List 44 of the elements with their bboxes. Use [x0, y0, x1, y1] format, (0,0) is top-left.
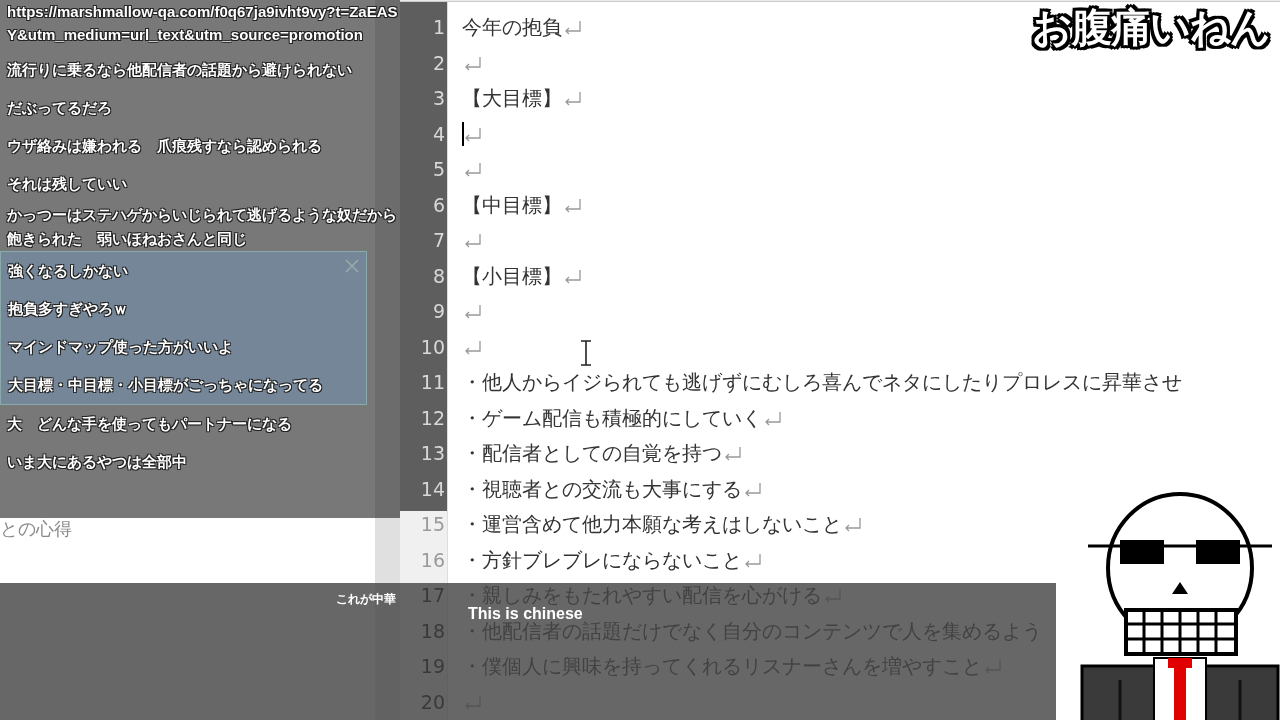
line-number: 11 — [419, 370, 446, 395]
editor-line: 今年の抱負 — [462, 15, 562, 42]
comment-text: かっつーはステハゲからいじられて逃げるような奴だから飽きられた 弱いほねおさんと同じ — [7, 205, 398, 250]
line-number: 6 — [431, 192, 446, 218]
comment-text: いま大にあるやつは全部中 — [7, 452, 187, 473]
comment-text: 大目標・中目標・小目標がごっちゃになってる — [8, 375, 323, 396]
line-number: 12 — [419, 405, 446, 431]
comment-text: だぶってるだろ — [7, 98, 112, 119]
line-number: 8 — [431, 263, 446, 289]
line-number: 4 — [431, 121, 446, 147]
editor-line: ・他人からイジられても逃げずにむしろ喜んでネタにしたりプロレスに昇華させ — [462, 370, 1182, 397]
editor-line: ・配信者としての自覚を持つ — [462, 441, 722, 468]
line-number: 15 — [419, 512, 446, 537]
editor-line: 【大目標】 — [462, 86, 562, 113]
comment-text: 大 どんな手を使ってもパートナーになる — [7, 414, 292, 435]
comment-text: それは残していい — [7, 174, 127, 195]
line-number: 9 — [431, 299, 446, 324]
line-number: 5 — [431, 157, 446, 182]
editor-line: ・ゲーム配信も積極的にしていく — [462, 405, 762, 432]
editor-line: 【小目標】 — [462, 263, 562, 290]
line-number: 14 — [419, 476, 446, 502]
line-number: 7 — [431, 228, 446, 253]
comment-text: マインドマップ使った方がいいよ — [8, 337, 233, 358]
comment-text: https://marshmallow-qa.com/f0q67ja9ivht9vy?t=ZaEASY&utm_medium=url_text&utm_source=promotion — [7, 2, 399, 45]
note-title[interactable]: との心得 — [0, 518, 72, 539]
line-number: 16 — [419, 547, 446, 573]
comment-text: 抱負多すぎやろｗ — [8, 299, 128, 320]
editor-line: ・運営含めて他力本願な考えはしないこと — [462, 512, 842, 539]
comment-text: ウザ絡みは嫌われる 爪痕残すなら認められる — [7, 136, 322, 157]
line-number: 13 — [419, 441, 446, 466]
close-icon[interactable] — [344, 258, 360, 274]
line-number: 2 — [431, 50, 446, 76]
comment-text: 流行りに乗るなら他配信者の話題から避けられない — [7, 60, 352, 81]
line-number: 10 — [419, 334, 446, 360]
comment-text: 強くなるしかない — [8, 261, 128, 282]
editor-line: 【中目標】 — [462, 192, 562, 219]
stream-title: お腹痛いねん — [1032, 3, 1270, 53]
editor-line: ・視聴者との交流も大事にする — [462, 476, 742, 503]
line-number: 1 — [431, 15, 446, 40]
editor-line: ・方針ブレブレにならないこと — [462, 547, 742, 574]
subtitle-text: This is chinese — [468, 605, 583, 622]
line-number: 3 — [431, 86, 446, 111]
text-cursor-icon — [580, 340, 592, 366]
subtitle-ruby: これが中華 — [336, 591, 396, 608]
